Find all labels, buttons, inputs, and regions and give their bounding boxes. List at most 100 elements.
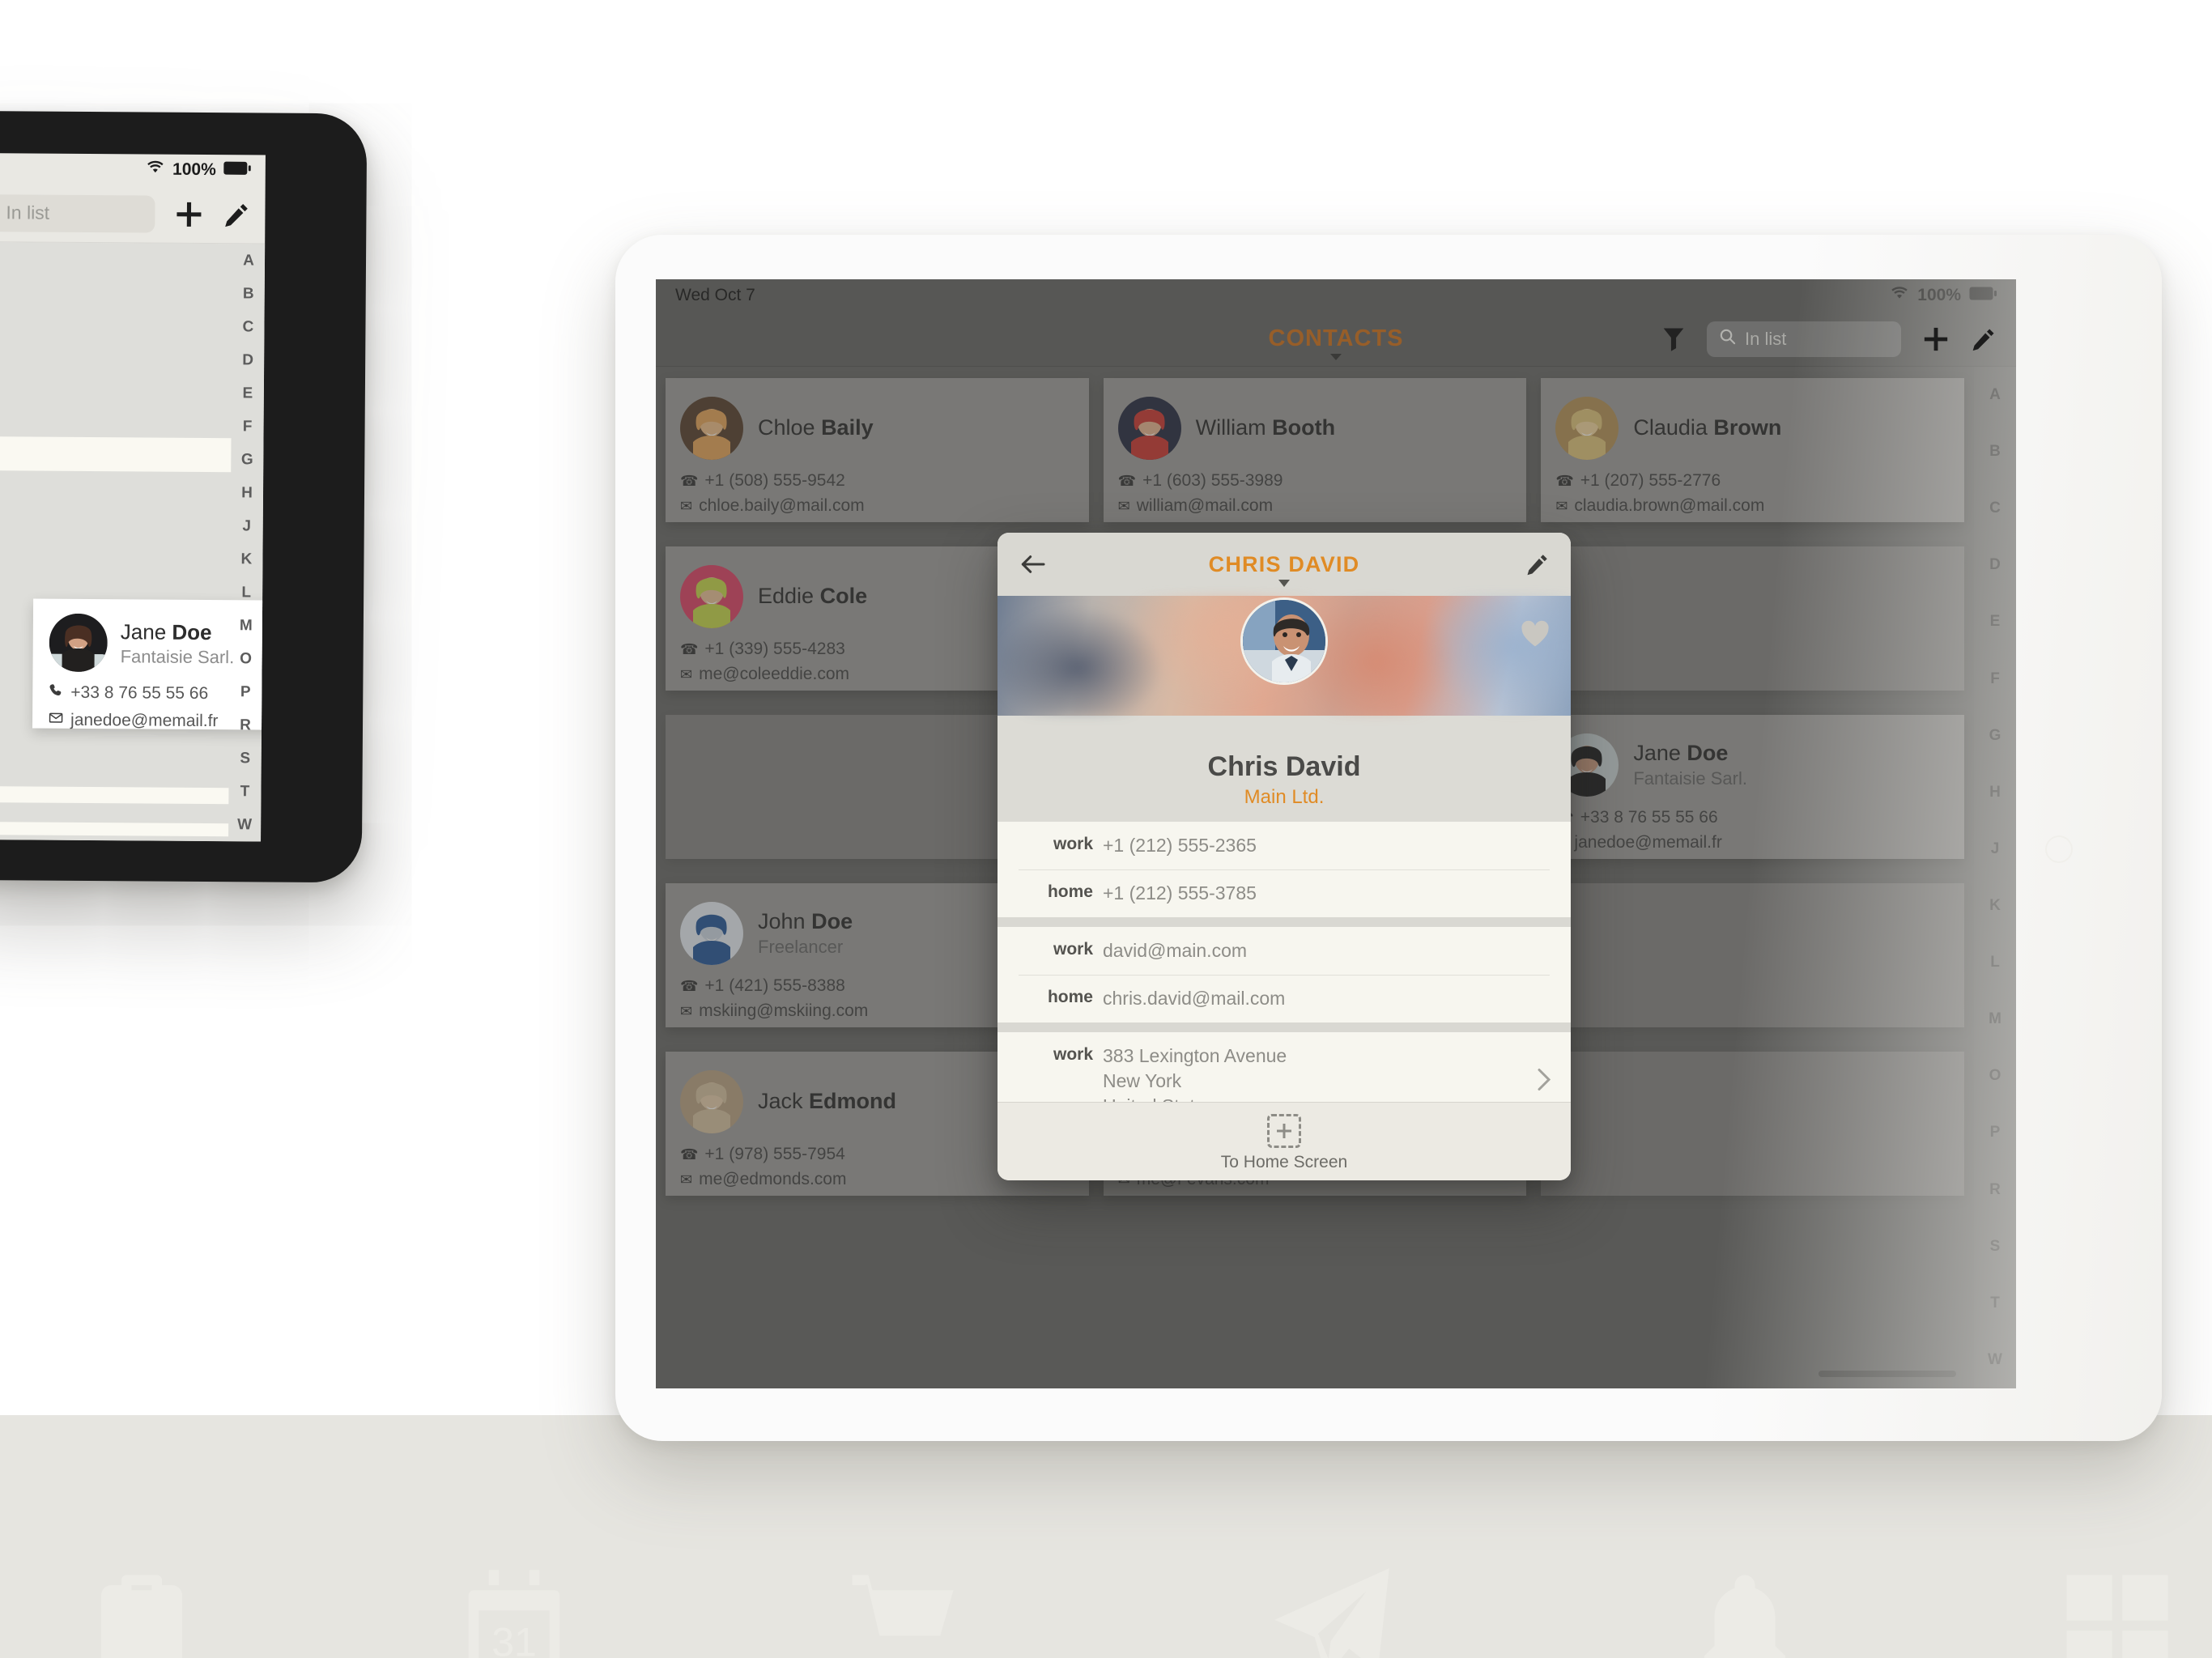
index-letter-o[interactable]: O [240,642,252,675]
index-letter-c[interactable]: C [1989,480,2001,537]
index-letter-f[interactable]: F [1990,651,2000,708]
index-letter-w[interactable]: W [1988,1332,2002,1388]
detail-field-groups: work +1 (212) 555-2365 home +1 (212) 555-37… [998,822,1571,1102]
alphabet-index-rail[interactable]: ABCDEFGHJKLMOPRSTW [228,244,265,841]
detail-field-row[interactable]: work 383 Lexington AvenueNew YorkUnited S… [998,1032,1571,1102]
phone-device: 100% In list Jane Doe Fantaisie Sarl. +3… [0,109,368,883]
index-letter-s[interactable]: S [240,742,250,775]
tablet-status-date: Wed Oct 7 [675,286,755,304]
index-letter-t[interactable]: T [240,775,250,808]
index-letter-d[interactable]: D [242,343,253,376]
contact-card[interactable] [1541,883,1964,1027]
index-letter-d[interactable]: D [1989,537,2001,593]
contact-phone-line: ☎ +1 (603) 555-3989 [1118,471,1512,491]
index-letter-a[interactable]: A [1989,367,2001,423]
contact-phone: +1 (421) 555-8388 [704,976,845,995]
contact-name: Jane Doe [1633,741,1747,766]
contact-last-name: Cole [819,584,868,609]
contact-phone: +33 8 76 55 55 66 [1580,808,1718,827]
field-label: work [1053,940,1093,959]
pencil-icon[interactable] [1971,326,1997,352]
heart-icon[interactable] [1519,619,1551,652]
contact-card[interactable] [1541,546,1964,691]
contact-card[interactable]: William Booth ☎ +1 (603) 555-3989 ✉ william@… [1103,378,1527,522]
screenshot-stage: 31 Wed Oct 7 100% CONTACTS In list Chloe… [0,0,2212,1658]
phone-contacts-list: Jane Doe Fantaisie Sarl. +33 8 76 55 55 … [0,240,266,842]
index-letter-b[interactable]: B [243,277,254,310]
grid-icon [2057,1549,2178,1658]
contact-card[interactable]: Claudia Brown ☎ +1 (207) 555-2776 ✉ claudia.… [1541,378,1964,522]
index-letter-m[interactable]: M [240,609,253,642]
index-letter-m[interactable]: M [1989,991,2001,1048]
contact-name: Jack Edmond [758,1089,896,1114]
detail-field-row[interactable]: work david@main.com [998,927,1571,975]
contact-organization: Main Ltd. [1244,786,1325,808]
contact-card[interactable]: Jane DoeFantaisie Sarl. ☎+33 8 76 55 55 6… [1541,715,1964,859]
index-letter-k[interactable]: K [240,542,253,576]
index-letter-p[interactable]: P [240,675,251,708]
detail-field-row[interactable]: home +1 (212) 555-3785 [998,869,1571,917]
chevron-right-icon[interactable] [1537,1067,1551,1095]
index-letter-j[interactable]: J [242,509,251,542]
phone-icon [49,683,63,703]
index-letter-g[interactable]: G [1989,708,2001,764]
contact-organization: Fantaisie Sarl. [1633,767,1747,789]
plus-icon[interactable] [174,199,203,228]
index-letter-j[interactable]: J [1991,821,2000,878]
index-letter-p[interactable]: P [1990,1104,2001,1161]
index-letter-w[interactable]: W [237,808,252,841]
detail-field-row[interactable]: work +1 (212) 555-2365 [998,822,1571,869]
avatar [680,902,743,965]
filter-icon[interactable] [1661,326,1686,352]
index-letter-h[interactable]: H [241,476,253,509]
alphabet-index-rail[interactable]: ABCDEFGHJKLMOPRSTW [1974,367,2016,1388]
search-input[interactable]: In list [1707,321,1901,357]
contact-organization: Fantaisie Sarl. [120,645,235,667]
envelope-icon: ✉ [680,1171,693,1188]
index-letter-t[interactable]: T [1990,1275,2000,1332]
add-to-home-screen-button[interactable]: To Home Screen [998,1102,1571,1180]
index-letter-c[interactable]: C [242,310,254,343]
index-letter-s[interactable]: S [1990,1218,2001,1275]
search-placeholder-text: In list [6,202,50,223]
index-letter-l[interactable]: L [241,576,251,609]
index-letter-r[interactable]: R [1989,1162,2001,1218]
index-letter-e[interactable]: E [242,376,253,410]
index-letter-o[interactable]: O [1989,1048,2001,1104]
calendar-icon: 31 [453,1549,575,1658]
horizontal-scrollbar[interactable] [1819,1371,1956,1377]
contact-last-name: Doe [1687,741,1729,766]
avatar [1240,597,1328,685]
index-letter-b[interactable]: B [1989,423,2001,480]
index-letter-g[interactable]: G [241,443,253,476]
contact-email-line: ✉ claudia.brown@mail.com [1555,496,1950,516]
index-letter-r[interactable]: R [240,708,251,742]
field-label: home [1047,988,1093,1007]
plus-icon[interactable] [1922,325,1950,353]
search-input[interactable]: In list [0,193,155,233]
index-letter-a[interactable]: A [243,244,254,277]
caret-down-icon[interactable] [1278,580,1290,587]
envelope-icon: ✉ [1117,497,1130,514]
caret-down-icon[interactable] [1330,354,1342,360]
tablet-home-button[interactable] [2045,835,2073,863]
battery-full-icon [1969,286,1997,305]
detail-field-row[interactable]: home chris.david@mail.com [998,975,1571,1022]
field-value: david@main.com [1103,940,1248,962]
index-letter-e[interactable]: E [1990,593,2001,650]
field-label: work [1053,835,1093,853]
contact-last-name: Baily [821,415,874,440]
index-letter-h[interactable]: H [1989,764,2001,821]
envelope-icon: ✉ [1555,497,1568,514]
bell-icon [1684,1549,1806,1658]
phone-icon: ☎ [1117,472,1137,489]
contact-card[interactable] [1541,1052,1964,1196]
index-letter-f[interactable]: F [243,410,253,443]
index-letter-k[interactable]: K [1989,878,2001,934]
pencil-icon[interactable] [223,201,250,228]
index-letter-l[interactable]: L [1990,934,2000,991]
contact-phone: +1 (508) 555-9542 [704,471,845,490]
contact-card[interactable]: Chloe Baily ☎ +1 (508) 555-9542 ✉ chloe.bail… [666,378,1089,522]
contact-first-name: Eddie [758,584,815,609]
contact-detail-card: CHRIS DAVID Chris David Main Ltd. work +… [998,533,1571,1180]
